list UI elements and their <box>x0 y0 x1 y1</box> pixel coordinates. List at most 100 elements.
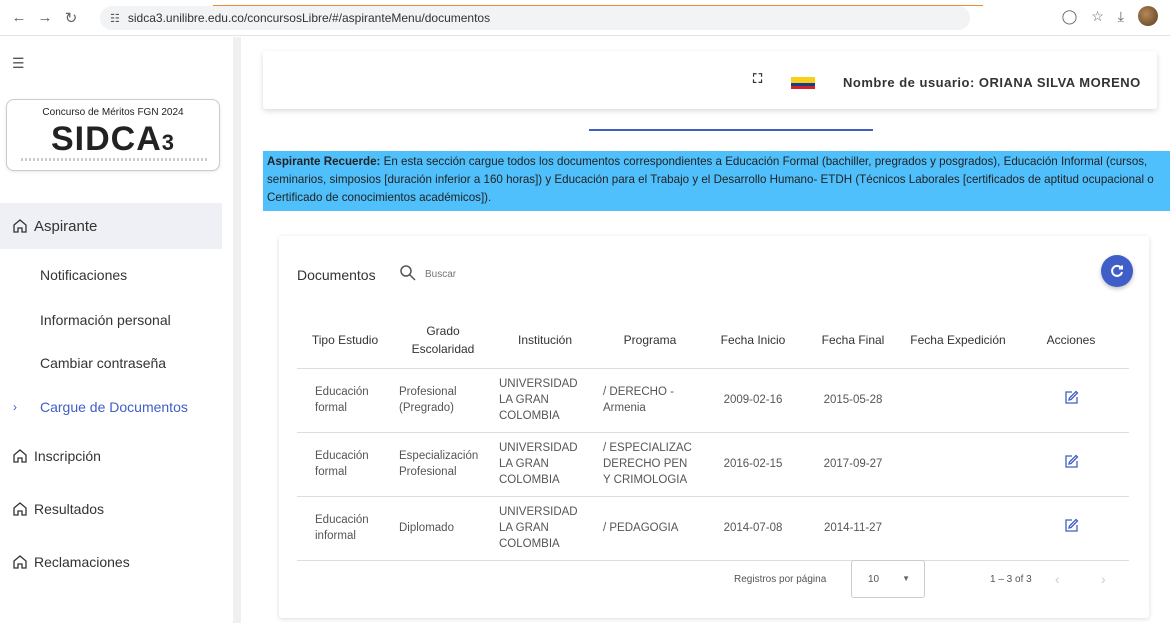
column-header[interactable]: Grado Escolaridad <box>393 312 493 369</box>
sidebar-item-label: Inscripción <box>34 448 101 464</box>
search-icon <box>400 265 416 281</box>
cell-tipo: Educación formal <box>297 432 393 497</box>
profile-avatar[interactable] <box>1138 6 1158 26</box>
refresh-icon <box>1111 264 1123 277</box>
documents-title: Documentos <box>297 267 376 283</box>
refresh-button[interactable] <box>1101 255 1133 287</box>
column-header[interactable]: Fecha Inicio <box>703 312 803 369</box>
column-header[interactable]: Institución <box>493 312 597 369</box>
sidebar-item-label: Reclamaciones <box>34 554 130 570</box>
download-icon[interactable]: ⤓ <box>1118 8 1124 25</box>
sidebar-item-cambiar-contrasena[interactable]: Cambiar contraseña <box>40 355 166 371</box>
cell-fecha-expedicion <box>903 432 1013 497</box>
cell-fecha-inicio: 2014-07-08 <box>703 496 803 561</box>
main-content: ⛶ Nombre de usuario: ORIANA SILVA MORENO… <box>241 37 1170 623</box>
edit-icon[interactable] <box>1063 454 1079 470</box>
cell-tipo: Educación informal <box>297 496 393 561</box>
documents-card: Documentos Tipo Estudio Grado Escolarida… <box>279 236 1149 618</box>
cell-fecha-expedicion <box>903 496 1013 561</box>
notice-title: Aspirante Recuerde: <box>267 155 381 168</box>
notice-text: En esta sección cargue todos los documen… <box>267 155 1154 204</box>
page-range: 1 – 3 of 3 <box>990 574 1032 585</box>
sidebar-item-reclamaciones[interactable]: Reclamaciones <box>12 554 130 570</box>
edit-icon[interactable] <box>1063 518 1079 534</box>
previous-page-icon[interactable]: ‹ <box>1055 571 1060 587</box>
sidebar-toggle-icon[interactable]: ☰ <box>12 55 25 72</box>
sidebar-item-informacion-personal[interactable]: Información personal <box>40 312 171 328</box>
column-header: Acciones <box>1013 312 1129 369</box>
next-page-icon[interactable]: › <box>1101 571 1106 587</box>
documents-table: Tipo Estudio Grado Escolaridad Instituci… <box>297 312 1129 561</box>
sidebar-item-label: Resultados <box>34 501 105 517</box>
user-name-label: Nombre de usuario: ORIANA SILVA MORENO <box>843 75 1141 90</box>
active-tab-indicator <box>589 129 873 131</box>
notice-banner: Aspirante Recuerde: En esta sección carg… <box>263 151 1170 211</box>
sidebar-item-cargue-documentos[interactable]: › Cargue de Documentos <box>13 399 188 415</box>
site-settings-icon[interactable]: ☷ <box>110 12 120 25</box>
table-row: Educación formal Profesional (Pregrado) … <box>297 368 1129 433</box>
fullscreen-icon[interactable]: ⛶ <box>753 71 762 87</box>
cell-grado: Diplomado <box>393 496 493 561</box>
cell-fecha-inicio: 2016-02-15 <box>703 432 803 497</box>
cell-fecha-final: 2015-05-28 <box>803 368 903 433</box>
cell-programa: / PEDAGOGIA <box>597 496 703 561</box>
sidebar-item-inscripcion[interactable]: Inscripción <box>12 448 101 464</box>
sidebar-item-aspirante[interactable]: Aspirante <box>0 203 222 249</box>
cell-programa: / DERECHO - Armenia <box>597 368 703 433</box>
orange-rule <box>213 5 983 6</box>
address-bar[interactable]: ☷ sidca3.unilibre.edu.co/concursosLibre/… <box>100 6 970 30</box>
cell-acciones <box>1013 496 1129 561</box>
logo-caption: Concurso de Méritos FGN 2024 <box>42 107 184 118</box>
sidebar-item-resultados[interactable]: Resultados <box>12 501 104 517</box>
sidebar-item-label: Notificaciones <box>40 267 128 283</box>
table-row: Educación informal Diplomado UNIVERSIDAD… <box>297 496 1129 561</box>
cell-grado: Especialización Profesional <box>393 432 493 497</box>
column-header[interactable]: Fecha Final <box>803 312 903 369</box>
cell-grado: Profesional (Pregrado) <box>393 368 493 433</box>
chevron-down-icon: ▼ <box>902 574 910 583</box>
logo-wordmark: SIDCA3 <box>50 120 176 158</box>
home-icon <box>13 502 27 516</box>
cell-institucion: UNIVERSIDAD LA GRAN COLOMBIA <box>493 368 597 433</box>
forward-icon[interactable]: → <box>32 5 58 31</box>
home-icon <box>13 219 27 233</box>
cell-programa: / ESPECIALIZAC DERECHO PEN Y CRIMOLOGIA <box>597 432 703 497</box>
chevron-right-icon: › <box>13 400 17 414</box>
bookmark-star-icon[interactable]: ☆ <box>1091 8 1104 25</box>
logo: Concurso de Méritos FGN 2024 SIDCA3 <box>6 99 220 171</box>
sidebar-item-label: Aspirante <box>34 217 98 235</box>
sidebar: ☰ Concurso de Méritos FGN 2024 SIDCA3 As… <box>0 37 233 623</box>
pagination: Registros por página 10 ▼ 1 – 3 of 3 ‹ › <box>279 560 1149 600</box>
url-text: sidca3.unilibre.edu.co/concursosLibre/#/… <box>127 11 491 25</box>
cell-institucion: UNIVERSIDAD LA GRAN COLOMBIA <box>493 496 597 561</box>
cell-fecha-inicio: 2009-02-16 <box>703 368 803 433</box>
back-icon[interactable]: ← <box>6 5 32 31</box>
edit-icon[interactable] <box>1063 390 1079 406</box>
rows-per-page-select[interactable]: 10 ▼ <box>851 560 925 598</box>
column-header[interactable]: Tipo Estudio <box>297 312 393 369</box>
table-row: Educación formal Especialización Profesi… <box>297 432 1129 497</box>
home-icon <box>13 449 27 463</box>
reload-icon[interactable]: ↻ <box>58 5 84 31</box>
cell-institucion: UNIVERSIDAD LA GRAN COLOMBIA <box>493 432 597 497</box>
column-header[interactable]: Fecha Expedición <box>903 312 1013 369</box>
sidebar-item-notificaciones[interactable]: Notificaciones <box>40 267 127 283</box>
logo-tagline <box>21 158 207 161</box>
search-input[interactable] <box>425 262 615 286</box>
rows-per-page-value: 10 <box>868 574 880 585</box>
column-header[interactable]: Programa <box>597 312 703 369</box>
password-key-icon[interactable]: ◯ <box>1062 8 1078 25</box>
sidebar-divider <box>233 37 241 623</box>
header-bar: ⛶ Nombre de usuario: ORIANA SILVA MORENO <box>263 51 1157 109</box>
cell-fecha-expedicion <box>903 368 1013 433</box>
tabs <box>263 109 1157 133</box>
rows-per-page-label: Registros por página <box>734 574 827 585</box>
cell-tipo: Educación formal <box>297 368 393 433</box>
cell-fecha-final: 2014-11-27 <box>803 496 903 561</box>
colombia-flag-icon <box>791 77 815 89</box>
sidebar-item-label: Cargue de Documentos <box>40 399 188 415</box>
cell-fecha-final: 2017-09-27 <box>803 432 903 497</box>
sidebar-item-label: Información personal <box>40 312 171 328</box>
sidebar-item-label: Cambiar contraseña <box>40 355 167 371</box>
cell-acciones <box>1013 368 1129 433</box>
